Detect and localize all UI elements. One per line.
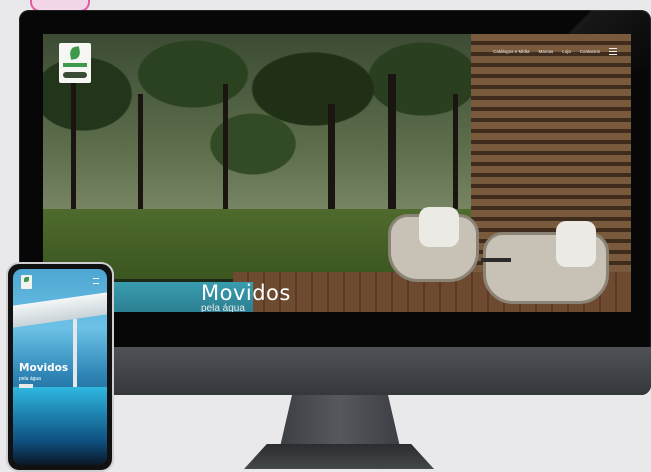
mobile-hero-title: Movidos <box>19 362 69 374</box>
chair-cushion <box>419 207 459 247</box>
tree-trunk <box>71 74 76 224</box>
tree-trunk <box>223 84 228 224</box>
mobile-hero-subtitle: pela água <box>19 376 41 382</box>
mobile-hamburger-menu-icon[interactable] <box>93 278 99 284</box>
nav-item-contactos[interactable]: Contactos <box>580 49 600 54</box>
mobile-phone: Movidos pela água <box>6 262 114 472</box>
hero-title: Movidos <box>201 281 291 305</box>
pergola-column-image <box>73 319 77 389</box>
leaf-logo-icon <box>69 46 81 60</box>
monitor-stand-neck <box>280 395 400 447</box>
desktop-website-screen: Catálogos e Mídia Marcas Loja Contactos … <box>43 34 631 312</box>
tree-trunk <box>138 94 143 224</box>
brand-logo[interactable] <box>59 43 91 83</box>
monitor-stand-base <box>244 444 434 469</box>
outdoor-chair-image <box>388 207 479 282</box>
nav-item-marcas[interactable]: Marcas <box>538 49 553 54</box>
side-table-image <box>481 258 511 262</box>
infinity-pool-image <box>13 387 107 465</box>
pergola-roof-image <box>13 292 107 328</box>
hamburger-menu-icon[interactable] <box>609 48 617 55</box>
mobile-website-screen: Movidos pela água <box>13 269 107 465</box>
top-navigation: Catálogos e Mídia Marcas Loja Contactos <box>493 48 617 55</box>
forest-trees-image <box>43 34 483 224</box>
hero-subtitle: pela água <box>201 303 245 312</box>
nav-item-catalogos[interactable]: Catálogos e Mídia <box>493 49 529 54</box>
chair-cushion <box>556 221 596 267</box>
logo-wordmark-bar <box>63 63 87 67</box>
outdoor-chair-image <box>483 221 609 304</box>
logo-pill <box>63 72 87 78</box>
mobile-brand-logo[interactable] <box>21 275 32 289</box>
mobile-hero-button[interactable] <box>19 384 33 388</box>
nav-item-loja[interactable]: Loja <box>562 49 571 54</box>
